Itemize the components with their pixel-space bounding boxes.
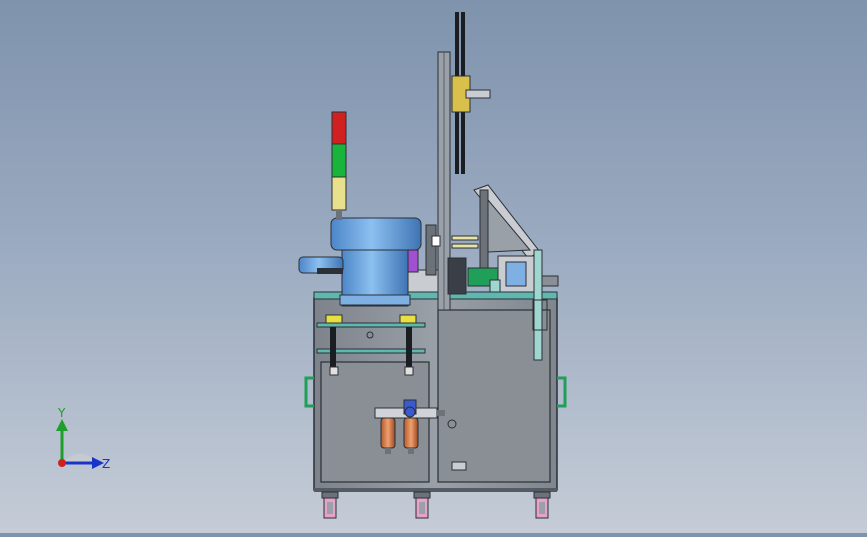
tape-reel[interactable] <box>451 12 491 174</box>
light-green <box>331 143 347 178</box>
y-axis-label: Y <box>57 406 66 420</box>
light-yellow <box>331 176 347 211</box>
view-orientation-triad-icon: Y Z <box>40 405 130 485</box>
signal-tower <box>331 111 347 220</box>
machine-drawing <box>298 12 567 519</box>
z-axis-label: Z <box>102 457 110 471</box>
right-door <box>437 309 551 483</box>
caster-left <box>321 491 339 519</box>
leg-left <box>330 327 336 369</box>
shelf-upper <box>316 322 426 328</box>
output-chute <box>533 249 543 361</box>
cad-viewport[interactable] <box>0 0 867 533</box>
x-axis-dot <box>58 459 66 467</box>
light-red <box>331 111 347 145</box>
left-handle <box>304 376 314 408</box>
caster-middle <box>413 491 431 519</box>
caster-right <box>533 491 551 519</box>
right-handle <box>557 376 567 408</box>
door-latch <box>451 461 467 471</box>
leg-right <box>406 327 412 369</box>
